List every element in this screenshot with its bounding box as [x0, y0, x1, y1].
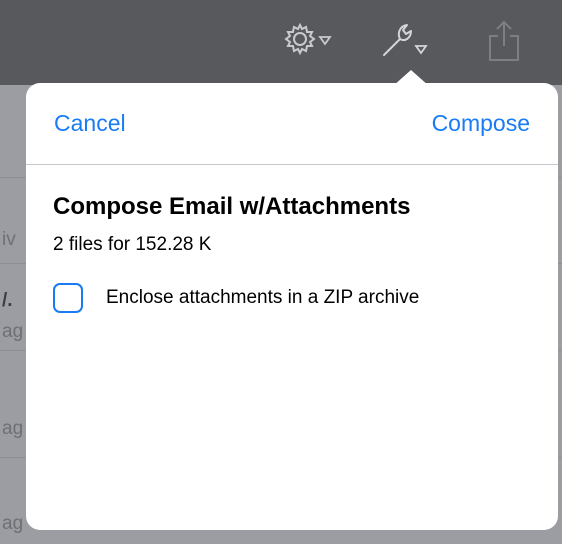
wrench-menu-icon[interactable] [378, 20, 436, 60]
compose-email-popover: Cancel Compose Compose Email w/Attachmen… [26, 83, 558, 530]
popover-title: Compose Email w/Attachments [53, 193, 411, 220]
toolbar [0, 0, 562, 85]
list-item: /. [2, 290, 13, 311]
zip-option-row[interactable]: Enclose attachments in a ZIP archive [53, 283, 533, 319]
list-item: ag [2, 321, 24, 342]
list-item: ag [2, 513, 24, 534]
cancel-button[interactable]: Cancel [54, 110, 126, 137]
share-icon[interactable] [484, 20, 524, 61]
attachment-summary: 2 files for 152.28 K [53, 234, 212, 255]
gear-menu-icon[interactable] [282, 20, 340, 60]
list-item: ag [2, 418, 24, 439]
compose-button[interactable]: Compose [432, 110, 530, 137]
zip-option-label: Enclose attachments in a ZIP archive [106, 287, 420, 308]
popover-nav-bar: Cancel Compose [26, 83, 558, 165]
list-item: iv [2, 229, 16, 250]
zip-archive-checkbox[interactable] [53, 283, 83, 313]
